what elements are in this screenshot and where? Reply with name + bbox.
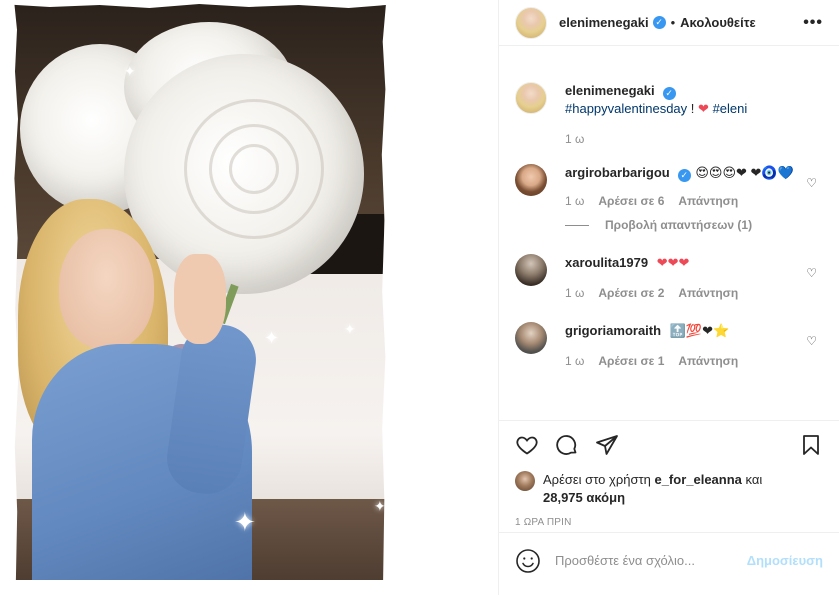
hashtag-link[interactable]: #eleni [713, 101, 748, 116]
hand [174, 254, 226, 344]
emoji-smile-icon[interactable] [515, 548, 541, 574]
commenter-username[interactable]: xaroulita1979 [565, 255, 648, 270]
verified-badge-icon: ✓ [652, 16, 666, 29]
verified-badge-icon: ✓ [662, 87, 676, 100]
comment-item: argirobarbarigou ✓ 😍😍😍❤ ❤🧿💙 1 ω Αρέσει σε… [515, 164, 823, 208]
comment-item: grigoriamoraith 🔝💯❤⭐ 1 ω Αρέσει σε 1 Απά… [515, 322, 823, 368]
liker-username[interactable]: e_for_eleanna [654, 472, 741, 487]
view-replies-label: Προβολή απαντήσεων (1) [605, 218, 753, 232]
more-options-icon[interactable]: ••• [803, 14, 823, 32]
post-timestamp[interactable]: 1 ΩΡΑ ΠΡΙΝ [515, 517, 823, 528]
comments-list[interactable]: elenimenegaki ✓ #happyvalentinesday ! ❤ #… [499, 46, 839, 420]
comment-input[interactable] [555, 553, 747, 568]
sparkle-icon: ✦ [234, 507, 256, 537]
heart-outline-icon[interactable]: ♡ [806, 334, 817, 348]
post-sidebar: elenimenegaki ✓ • Ακολουθείτε ••• elenim… [498, 0, 839, 595]
caption-text: ! [690, 101, 695, 116]
reply-button[interactable]: Απάντηση [678, 286, 738, 300]
sparkle-icon: ✦ [374, 498, 386, 514]
comment-time[interactable]: 1 ω [565, 194, 584, 208]
post-header: elenimenegaki ✓ • Ακολουθείτε ••• [499, 0, 839, 46]
author-username[interactable]: elenimenegaki [559, 15, 649, 30]
divider [565, 224, 589, 226]
following-button[interactable]: Ακολουθείτε [680, 15, 756, 30]
commenter-avatar[interactable] [515, 322, 547, 354]
sparkle-icon: ✦ [344, 321, 356, 337]
heart-outline-icon[interactable]: ♡ [806, 176, 817, 190]
commenter-username[interactable]: grigoriamoraith [565, 323, 661, 338]
view-replies-button[interactable]: Προβολή απαντήσεων (1) [565, 218, 823, 232]
likes-prefix: Αρέσει στο χρήστη [543, 472, 651, 487]
likes-count[interactable]: 28,975 ακόμη [543, 490, 625, 505]
commenter-username[interactable]: argirobarbarigou [565, 165, 670, 180]
post-actions: Αρέσει στο χρήστη e_for_eleanna και 28,9… [499, 420, 839, 545]
rose-petal [229, 144, 279, 194]
comment-likes[interactable]: Αρέσει σε 2 [598, 286, 664, 300]
hashtag-link[interactable]: #happyvalentinesday [565, 101, 687, 116]
photo-scene: ✦ ✦ ✦ ✦ ✦ [14, 4, 386, 580]
author-avatar[interactable] [515, 82, 547, 114]
caption: elenimenegaki ✓ #happyvalentinesday ! ❤ #… [515, 82, 823, 146]
action-bar [515, 431, 823, 459]
share-icon[interactable] [595, 433, 619, 457]
comment-emojis: ❤❤❤ [656, 255, 690, 270]
likes-mid: και [745, 472, 763, 487]
separator: • [670, 15, 676, 30]
reply-button[interactable]: Απάντηση [678, 354, 738, 368]
sparkle-icon: ✦ [264, 328, 280, 348]
comment-time[interactable]: 1 ω [565, 286, 584, 300]
comment-emojis: 🔝💯❤⭐ [669, 323, 730, 338]
add-comment-bar: Δημοσίευση [499, 532, 839, 588]
caption-username[interactable]: elenimenegaki [565, 83, 655, 98]
comment-likes[interactable]: Αρέσει σε 6 [598, 194, 664, 208]
comment-item: xaroulita1979 ❤❤❤ 1 ω Αρέσει σε 2 Απάντη… [515, 254, 823, 300]
comment-time[interactable]: 1 ω [565, 354, 584, 368]
comment-icon[interactable] [555, 433, 579, 457]
commenter-avatar[interactable] [515, 164, 547, 196]
heart-emoji: ❤ [698, 101, 709, 116]
heart-icon[interactable] [515, 433, 539, 457]
caption-time[interactable]: 1 ω [565, 132, 584, 146]
verified-badge-icon: ✓ [677, 169, 691, 182]
comment-emojis: 😍😍😍❤ ❤🧿💙 [695, 165, 794, 180]
comment-likes[interactable]: Αρέσει σε 1 [598, 354, 664, 368]
heart-outline-icon[interactable]: ♡ [806, 266, 817, 280]
sparkle-icon: ✦ [124, 63, 136, 79]
liker-avatar[interactable] [515, 471, 535, 491]
post-comment-button[interactable]: Δημοσίευση [747, 553, 823, 568]
commenter-avatar[interactable] [515, 254, 547, 286]
bookmark-icon[interactable] [799, 433, 823, 457]
reply-button[interactable]: Απάντηση [678, 194, 738, 208]
woman-face [59, 229, 154, 349]
post-photo[interactable]: ✦ ✦ ✦ ✦ ✦ [0, 0, 498, 595]
likes-summary: Αρέσει στο χρήστη e_for_eleanna και 28,9… [515, 471, 823, 507]
author-avatar[interactable] [515, 6, 547, 39]
